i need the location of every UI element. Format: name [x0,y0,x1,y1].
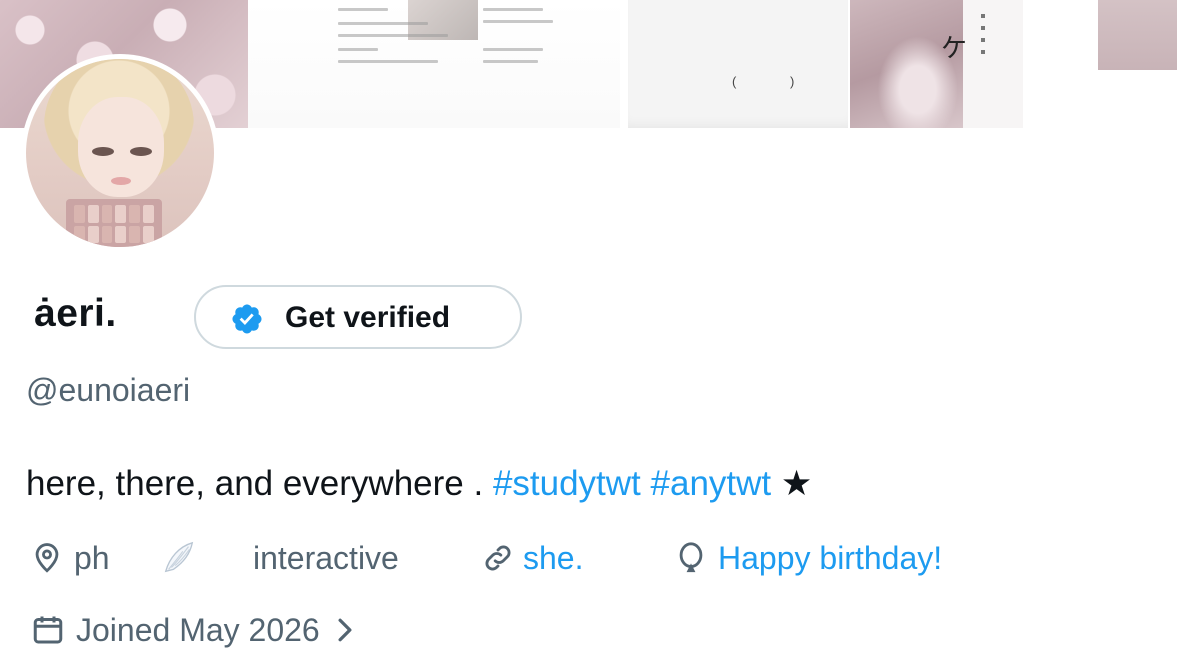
hashtag-studytwt[interactable]: #studytwt [493,464,641,503]
banner-pink-swatch [1098,0,1177,70]
display-name: ȧeri. [34,292,117,335]
avatar-photo [26,59,214,247]
birthday-item[interactable]: Happy birthday! [674,536,942,580]
chevron-right-icon [338,618,352,642]
location-text: ph [74,539,110,576]
bio-text: here, there, and everywhere . [26,464,493,503]
location-item: ph [30,536,110,580]
hashtag-anytwt[interactable]: #anytwt [651,464,772,503]
professional-category: interactive [253,536,399,580]
calendar-icon [33,616,63,644]
location-pin-icon [35,543,59,573]
balloon-icon [679,542,703,573]
vertical-glyph: ケ [941,34,968,64]
get-verified-button[interactable]: Get verified [194,285,522,349]
card-left-paren: ( [732,74,737,89]
website-link[interactable]: she. [481,536,583,580]
bio: here, there, and everywhere . #studytwt … [26,464,812,504]
banner-flyer-image [248,0,620,128]
banner-vertical-text-image: ケ [941,0,1023,128]
joined-text: Joined May 2026 [76,611,320,648]
verified-badge-icon [232,304,262,334]
joined-date[interactable]: Joined May 2026 [30,606,356,654]
star-emoji: ★ [780,464,813,503]
avatar[interactable] [21,54,219,252]
professional-category-text: interactive [253,539,399,576]
birthday-text[interactable]: Happy birthday! [718,540,942,577]
wing-item [160,536,198,580]
card-right-paren: ) [790,74,795,89]
username-handle: @eunoiaeri [26,372,191,408]
link-icon [485,545,511,571]
banner-card-image: ( ) [628,0,848,128]
get-verified-label: Get verified [285,301,451,334]
wing-icon [164,541,194,573]
website-link-text[interactable]: she. [523,540,583,577]
